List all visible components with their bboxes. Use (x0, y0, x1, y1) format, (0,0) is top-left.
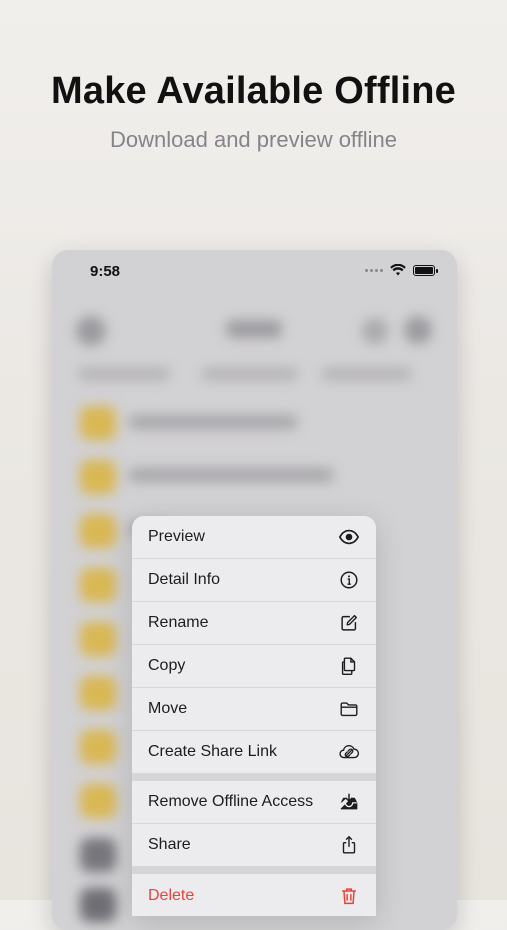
menu-item-label: Delete (148, 886, 195, 904)
edit-icon (338, 612, 360, 634)
copy-icon (338, 655, 360, 677)
menu-item-copy[interactable]: Copy (132, 645, 376, 688)
menu-item-label: Rename (148, 614, 209, 631)
menu-item-preview[interactable]: Preview (132, 516, 376, 559)
info-circle-icon (338, 569, 360, 591)
link-cloud-icon (338, 741, 360, 763)
menu-item-delete[interactable]: Delete (132, 874, 376, 916)
menu-item-remove-offline-access[interactable]: Remove Offline Access (132, 781, 376, 824)
menu-item-label: Create Share Link (148, 743, 277, 760)
menu-item-detail-info[interactable]: Detail Info (132, 559, 376, 602)
context-menu: Preview Detail Info Rename Copy Move Cre… (132, 516, 376, 916)
menu-group-separator (132, 774, 376, 781)
trash-icon (338, 885, 360, 907)
menu-item-rename[interactable]: Rename (132, 602, 376, 645)
menu-item-label: Share (148, 836, 191, 853)
menu-item-label: Copy (148, 657, 186, 674)
menu-group-separator (132, 867, 376, 874)
eye-icon (338, 526, 360, 548)
promo-subline: Download and preview offline (110, 127, 397, 152)
menu-item-create-share-link[interactable]: Create Share Link (132, 731, 376, 774)
tray-download-icon (338, 791, 360, 813)
share-icon (338, 834, 360, 856)
menu-item-move[interactable]: Move (132, 688, 376, 731)
menu-item-label: Remove Offline Access (148, 793, 314, 810)
promo-headline: Make Available Offline (51, 70, 456, 112)
menu-item-label: Detail Info (148, 571, 221, 588)
folder-icon (338, 698, 360, 720)
menu-item-share[interactable]: Share (132, 824, 376, 867)
menu-item-label: Move (148, 700, 188, 717)
menu-item-label: Preview (148, 528, 205, 545)
